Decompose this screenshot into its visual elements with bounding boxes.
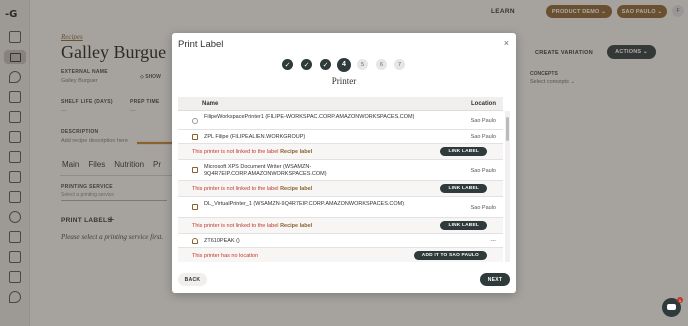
- warning-text: This printer is not linked to the label …: [192, 223, 312, 229]
- printer-icon: [192, 134, 198, 140]
- printer-location: ---: [490, 238, 497, 244]
- printer-location: Sao Paulo: [470, 205, 496, 211]
- back-button[interactable]: BACK: [178, 273, 207, 286]
- print-label-modal: Print Label × ✓ ✓ ✓ 4 5 6 7 Printer Name…: [172, 33, 516, 293]
- printer-row[interactable]: ZPL Filipe (FILIPEALIEN.WORKGROUP) Sao P…: [178, 130, 503, 144]
- label-name: Recipe label: [280, 223, 313, 229]
- step-4[interactable]: 4: [337, 57, 351, 72]
- printer-location: Sao Paulo: [470, 134, 496, 140]
- printer-location: Sao Paulo: [470, 168, 496, 174]
- table-scrollbar[interactable]: [505, 111, 510, 262]
- printer-icon: [192, 167, 198, 173]
- next-button[interactable]: NEXT: [480, 273, 510, 286]
- warning-message: This printer has no location: [192, 253, 259, 259]
- link-label-button[interactable]: LINK LABEL: [440, 184, 487, 193]
- chat-badge: 1: [677, 297, 683, 303]
- step-1[interactable]: ✓: [282, 59, 293, 70]
- warning-text: This printer has no location: [192, 253, 258, 259]
- printer-row[interactable]: ZT610PEAK () ---: [178, 234, 503, 248]
- step-7: 7: [394, 59, 405, 70]
- printer-icon: [192, 204, 198, 210]
- step-5: 5: [357, 59, 368, 70]
- warning-row: This printer has no location ADD IT TO S…: [178, 248, 503, 262]
- person-icon: [192, 238, 198, 244]
- warning-text: This printer is not linked to the label …: [192, 149, 312, 155]
- step-2[interactable]: ✓: [301, 59, 312, 70]
- warning-text: This printer is not linked to the label …: [192, 186, 312, 192]
- stepper: ✓ ✓ ✓ 4 5 6 7: [172, 57, 516, 72]
- scroll-thumb[interactable]: [506, 117, 509, 141]
- step-3[interactable]: ✓: [320, 59, 331, 70]
- printer-location: Sao Paulo: [470, 118, 496, 124]
- printer-name: ZT610PEAK (): [204, 238, 240, 244]
- printer-row[interactable]: Microsoft XPS Document Writer (WSAMZN-9Q…: [178, 160, 503, 181]
- link-label-button[interactable]: LINK LABEL: [440, 221, 487, 230]
- link-label-button[interactable]: LINK LABEL: [440, 147, 487, 156]
- add-to-location-button[interactable]: ADD IT TO SAO PAULO: [413, 251, 487, 260]
- label-name: Recipe label: [280, 186, 313, 192]
- printer-row[interactable]: FilipeWorkspacePrinter1 (FILIPE-WORKSPAC…: [178, 111, 503, 130]
- radio-button[interactable]: [192, 118, 198, 124]
- printer-name: ZPL Filipe (FILIPEALIEN.WORKGROUP): [204, 134, 306, 140]
- step-6: 6: [376, 59, 387, 70]
- warning-message: This printer is not linked to the label: [192, 149, 279, 155]
- modal-title: Print Label: [178, 39, 224, 50]
- printer-table: Name Location FilipeWorkspacePrinter1 (F…: [178, 97, 510, 262]
- printer-name: Microsoft XPS Document Writer (WSAMZN-9Q…: [204, 164, 327, 177]
- column-location: Location: [471, 101, 496, 107]
- column-name: Name: [202, 101, 219, 107]
- warning-row: This printer is not linked to the label …: [178, 181, 503, 197]
- label-name: Recipe label: [280, 149, 313, 155]
- warning-message: This printer is not linked to the label: [192, 223, 279, 229]
- table-header: Name Location: [178, 97, 503, 111]
- printer-name: FilipeWorkspacePrinter1 (FILIPE-WORKSPAC…: [204, 114, 415, 120]
- warning-row: This printer is not linked to the label …: [178, 144, 503, 160]
- close-icon[interactable]: ×: [504, 38, 509, 48]
- warning-row: This printer is not linked to the label …: [178, 218, 503, 234]
- step-title: Printer: [331, 76, 357, 86]
- printer-row[interactable]: DL_VirtualPrinter_1 (WSAMZN-9Q4R7EIP.COR…: [178, 197, 503, 218]
- warning-message: This printer is not linked to the label: [192, 186, 279, 192]
- printer-name: DL_VirtualPrinter_1 (WSAMZN-9Q4R7EIP.COR…: [204, 201, 405, 207]
